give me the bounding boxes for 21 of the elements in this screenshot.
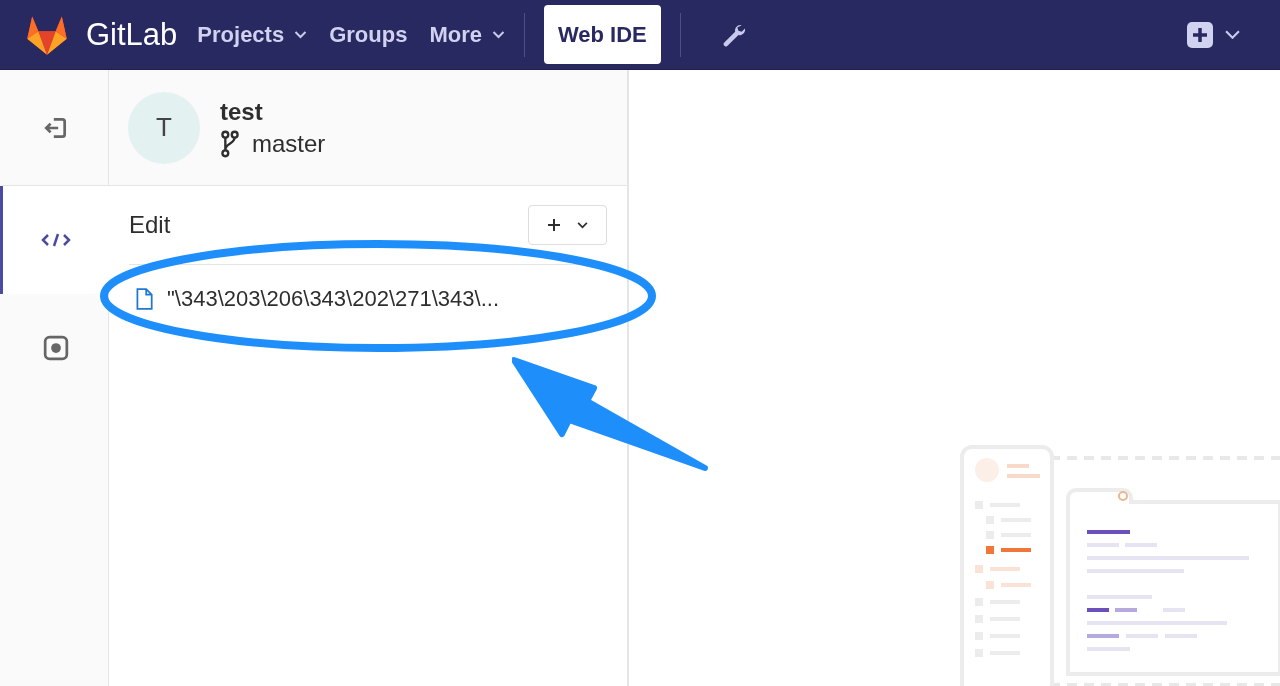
nav-link[interactable]: Groups [329, 17, 408, 52]
panel-title: Edit [129, 211, 171, 239]
plus-icon[interactable] [1187, 21, 1213, 48]
project-name[interactable]: test [220, 97, 326, 126]
branch-icon [220, 129, 240, 158]
plus-icon [547, 218, 561, 232]
code-icon [41, 232, 71, 248]
caret-icon[interactable] [1225, 30, 1240, 39]
web-ide-button[interactable]: Web IDE [543, 5, 661, 64]
nav-link[interactable]: Projects [197, 17, 308, 52]
record-icon [42, 335, 69, 361]
nav-link[interactable]: More [429, 17, 505, 52]
caret-icon [577, 221, 588, 229]
activity-tab[interactable] [0, 186, 109, 294]
caret-icon [491, 30, 505, 39]
brand-name[interactable]: GitLab [86, 16, 178, 53]
new-file-dropdown[interactable] [528, 205, 607, 245]
file-icon [135, 288, 153, 310]
caret-icon [294, 30, 308, 39]
branch-name[interactable]: master [252, 129, 326, 158]
project-avatar: T [128, 91, 200, 164]
